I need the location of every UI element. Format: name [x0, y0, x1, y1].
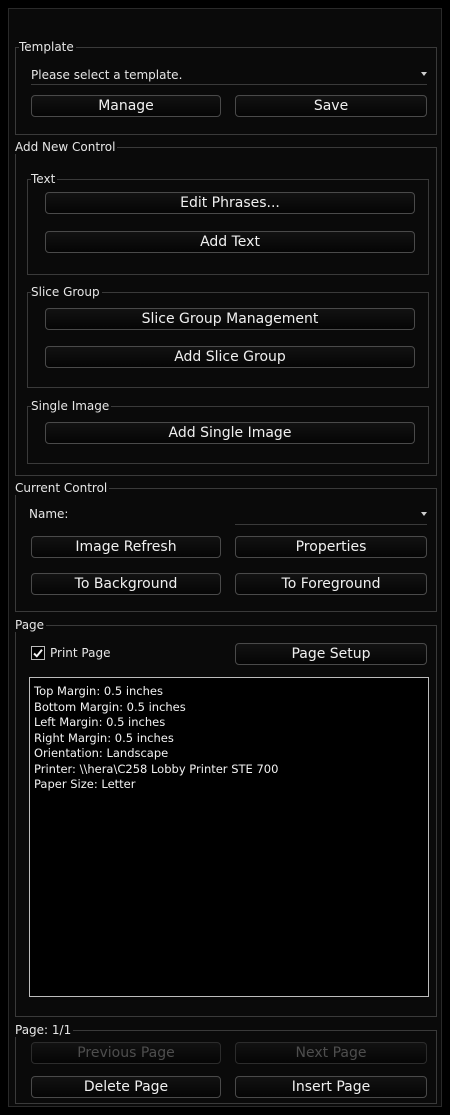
save-button[interactable]: Save — [235, 95, 427, 117]
delete-page-button[interactable]: Delete Page — [31, 1076, 221, 1098]
page-legend: Page — [15, 618, 47, 632]
template-legend: Template — [19, 40, 76, 54]
insert-page-button[interactable]: Insert Page — [235, 1076, 427, 1098]
print-page-checkbox[interactable] — [31, 646, 45, 660]
next-page-button[interactable]: Next Page — [235, 1042, 427, 1064]
to-foreground-button[interactable]: To Foreground — [235, 573, 427, 595]
single-image-legend: Single Image — [31, 399, 112, 413]
settings-line: Orientation: Landscape — [34, 746, 169, 760]
image-refresh-button[interactable]: Image Refresh — [31, 536, 221, 558]
add-new-control-legend: Add New Control — [15, 140, 118, 154]
settings-line: Top Margin: 0.5 inches — [34, 684, 163, 698]
manage-button[interactable]: Manage — [31, 95, 221, 117]
page-setup-button[interactable]: Page Setup — [235, 643, 427, 665]
report-layout-panel: Template Please select a template. Manag… — [8, 8, 442, 1107]
settings-line: Printer: \\hera\C258 Lobby Printer STE 7… — [34, 761, 279, 776]
name-label: Name: — [29, 507, 69, 521]
settings-line: Left Margin: 0.5 inches — [34, 715, 166, 729]
add-text-button[interactable]: Add Text — [45, 231, 415, 253]
slice-group-group — [27, 292, 429, 388]
text-legend: Text — [31, 172, 58, 186]
to-background-button[interactable]: To Background — [31, 573, 221, 595]
template-select[interactable]: Please select a template. — [31, 65, 427, 85]
template-select-value: Please select a template. — [31, 67, 183, 82]
dropdown-arrow-icon — [421, 512, 427, 516]
slice-group-legend: Slice Group — [31, 285, 102, 299]
settings-line: Paper Size: Letter — [34, 777, 136, 791]
control-name-select[interactable] — [235, 505, 427, 525]
edit-phrases-button[interactable]: Edit Phrases... — [45, 192, 415, 214]
add-single-image-button[interactable]: Add Single Image — [45, 422, 415, 444]
dropdown-arrow-icon — [421, 72, 427, 76]
slice-group-management-button[interactable]: Slice Group Management — [45, 308, 415, 330]
properties-button[interactable]: Properties — [235, 536, 427, 558]
add-slice-group-button[interactable]: Add Slice Group — [45, 346, 415, 368]
template-group — [15, 47, 437, 135]
print-page-label: Print Page — [50, 646, 111, 660]
settings-line: Right Margin: 0.5 inches — [34, 730, 174, 745]
current-control-legend: Current Control — [15, 481, 110, 495]
settings-line: Bottom Margin: 0.5 inches — [34, 699, 186, 714]
page-settings-textbox[interactable]: Top Margin: 0.5 inches Bottom Margin: 0.… — [29, 677, 429, 997]
previous-page-button[interactable]: Previous Page — [31, 1042, 221, 1064]
checkmark-icon — [33, 649, 43, 658]
page-count-legend: Page: 1/1 — [15, 1023, 74, 1037]
